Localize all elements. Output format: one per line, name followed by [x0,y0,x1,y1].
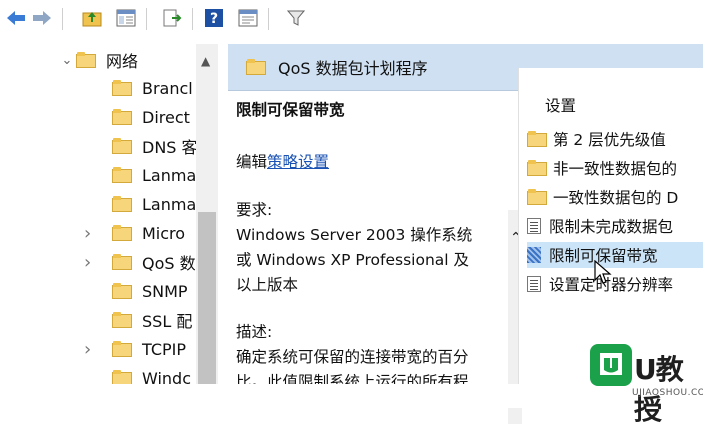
toolbar-separator [62,8,63,30]
logo-badge-icon [590,344,632,386]
description-panel: 限制可保留带宽 编辑策略设置 要求: Windows Server 2003 操… [228,90,522,424]
settings-item[interactable]: 限制可保留带宽 [527,242,703,268]
policy-setting-icon [527,247,541,263]
tree-item[interactable]: Brancl [88,74,193,102]
toolbar-separator [192,8,193,30]
policy-setting-icon [527,276,541,292]
folder-icon [112,109,132,125]
tree-item-label: Direct [142,107,190,127]
folder-icon [527,160,547,176]
tree-item-label: Micro [142,223,186,243]
tree-item-label: SNMP [142,281,188,301]
requirements-label: 要求: [236,201,273,219]
folder-icon [527,131,547,147]
tree-item-label: DNS 客 [142,138,198,157]
properties-icon[interactable] [236,6,260,30]
edit-prefix: 编辑 [236,153,268,171]
edit-line: 编辑策略设置 [236,150,329,172]
tree-item-label: 网络 [106,52,139,71]
folder-icon [246,59,266,75]
folder-icon [112,196,132,212]
tree-item-label: SSL 配 [142,312,193,331]
chevron-down-icon[interactable]: ⌄ [58,53,76,68]
scrollbar-thumb[interactable] [198,212,216,384]
settings-item-label: 第 2 层优先级值 [553,131,666,149]
tree-item-label: Windc [142,368,192,385]
settings-item-label: 非一致性数据包的 [553,160,678,178]
export-list-icon[interactable] [160,6,184,30]
chevron-right-icon[interactable]: › [84,339,91,360]
toolbar-separator [268,8,269,30]
folder-icon [112,80,132,96]
tree-item-label: Brancl [142,78,193,98]
folder-icon [112,341,132,357]
settings-list: 设置 第 2 层优先级值 非一致性数据包的 一致性数据包的 D 限制未完成数据包限制可… [518,68,703,384]
folder-icon [112,283,132,299]
tree-item-label: Lanma [142,165,197,185]
folder-icon [112,312,132,328]
tree-item[interactable]: Lanma [88,190,196,218]
tree-item-label: TCPIP [142,339,187,359]
policy-setting-icon [527,218,541,234]
folder-icon [112,167,132,183]
settings-item-label: 限制未完成数据包 [549,218,674,236]
toolbar-separator [146,8,147,30]
scroll-up-icon[interactable]: ▲ [201,54,210,68]
tree-item[interactable]: Windc [88,364,191,384]
folder-icon [76,52,96,68]
folder-icon [112,138,132,154]
settings-item[interactable]: 一致性数据包的 D [527,184,678,210]
chevron-right-icon[interactable]: › [84,223,91,244]
tree-item-network[interactable]: ⌄ 网络 [58,46,138,74]
pane-header-title: QoS 数据包计划程序 [278,59,428,78]
watermark-logo: U教授 UJIAOSHOU.COM [590,344,703,426]
folder-icon [112,225,132,241]
settings-item[interactable]: 第 2 层优先级值 [527,126,666,152]
settings-header[interactable]: 设置 [545,94,576,116]
tree-item[interactable]: › TCPIP [84,335,187,363]
svg-text:?: ? [210,11,218,27]
logo-url: UJIAOSHOU.COM [632,388,703,398]
settings-item[interactable]: 限制未完成数据包 [527,213,673,239]
tree-item[interactable]: SNMP [88,277,188,305]
folder-icon [112,370,132,384]
filter-icon[interactable] [284,6,308,30]
requirements-line: Windows Server 2003 操作系统 [236,226,473,244]
tree-item[interactable]: › QoS 数 [84,248,196,276]
description-line: 确定系统可保留的连接带宽的百分 [236,348,469,366]
description-label: 描述: [236,323,273,341]
requirements-line: 或 Windows XP Professional 及 [236,251,470,269]
forward-arrow-icon[interactable] [30,6,54,30]
up-folder-icon[interactable] [80,6,104,30]
policy-settings-link[interactable]: 策略设置 [267,153,329,171]
toolbar: ? [0,0,703,38]
chevron-right-icon[interactable]: › [84,252,91,273]
settings-item-label: 一致性数据包的 D [553,189,679,207]
tree-item-label: QoS 数 [142,254,196,273]
help-icon[interactable]: ? [202,6,226,30]
back-arrow-icon[interactable] [4,6,28,30]
folder-icon [112,254,132,270]
requirements-line: 以上版本 [236,276,299,294]
tree-item[interactable]: Lanma [88,161,196,189]
show-hide-tree-icon[interactable] [114,6,138,30]
tree-item-label: Lanma [142,194,197,214]
policy-title: 限制可保留带宽 [236,101,345,119]
tree-scrollbar[interactable]: ▲ [196,44,218,384]
tree-item[interactable]: › Micro [84,219,186,247]
settings-item[interactable]: 非一致性数据包的 [527,155,677,181]
detail-pane: QoS 数据包计划程序 限制可保留带宽 编辑策略设置 要求: Windows S… [228,44,703,424]
folder-icon [527,189,547,205]
tree-item[interactable]: SSL 配 [88,306,192,334]
tree-panel: ⌄ 网络 Brancl Direct DNS 客 Lanma Lanma › Micro › Q… [0,44,218,384]
tree-item[interactable]: DNS 客 [88,132,198,160]
tree-item[interactable]: Direct [88,103,190,131]
